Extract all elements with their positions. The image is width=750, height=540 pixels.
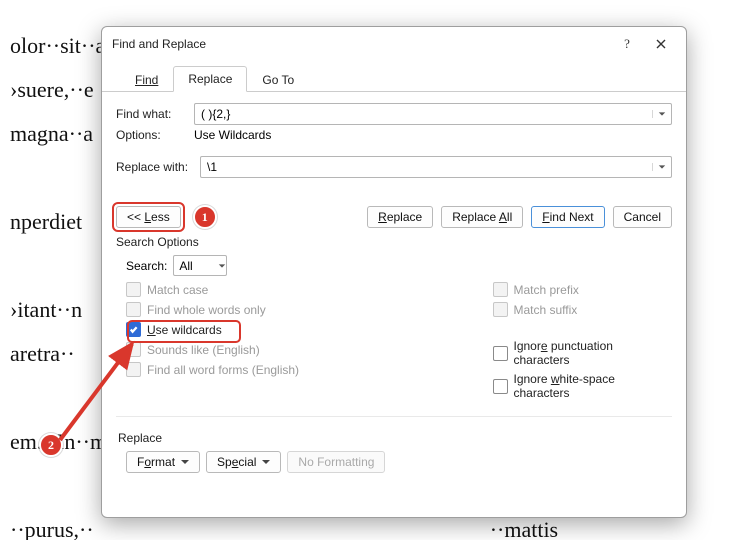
search-direction-select[interactable]: All [173,255,227,276]
ignore-whitespace-checkbox[interactable]: Ignore white-space characters [493,372,673,400]
use-wildcards-checkbox[interactable]: Use wildcards [126,322,403,337]
annotation-marker-1: 1 [193,205,217,229]
sounds-like-checkbox: Sounds like (English) [126,342,403,357]
search-options-checks: Match case Find whole words only Use wil… [126,282,672,400]
ignore-punctuation-checkbox[interactable]: Ignore punctuation characters [493,339,673,367]
tab-find[interactable]: Find [120,67,173,92]
tabs: Find Replace Go To [102,59,686,92]
special-button[interactable]: Special [206,451,281,473]
chevron-down-icon[interactable] [218,259,226,273]
find-what-input[interactable]: ( ){2,} [194,103,672,125]
no-formatting-button: No Formatting [287,451,385,473]
replace-all-button[interactable]: Replace All [441,206,523,228]
find-next-button[interactable]: Find Next [531,206,604,228]
dialog-body: Find what: ( ){2,} Options: Use Wildcard… [102,92,686,517]
search-direction-label: Search: [126,259,167,273]
close-button[interactable] [644,33,678,55]
options-value: Use Wildcards [194,128,271,142]
less-button[interactable]: << Less [116,206,181,228]
replace-with-input[interactable]: \1 [200,156,672,178]
tab-replace[interactable]: Replace [173,66,247,92]
replace-button[interactable]: Replace [367,206,433,228]
chevron-down-icon[interactable] [652,110,671,118]
match-prefix-checkbox: Match prefix [493,282,673,297]
format-button[interactable]: Format [126,451,200,473]
annotation-marker-2: 2 [39,433,63,457]
tab-goto[interactable]: Go To [247,67,309,92]
dialog-button-row: << Less 1 Replace Replace All Find Next … [116,205,672,229]
word-forms-checkbox: Find all word forms (English) [126,362,403,377]
help-button[interactable]: ? [610,33,644,55]
chevron-down-icon[interactable] [652,163,671,171]
cancel-button[interactable]: Cancel [613,206,672,228]
replace-formatting-section: Replace Format Special No Formatting [116,431,672,473]
match-case-checkbox: Match case [126,282,403,297]
find-replace-dialog: Find and Replace ? Find Replace Go To Fi… [101,26,687,518]
annotation-highlight-wildcards [127,320,241,343]
replace-section-label: Replace [118,431,672,445]
close-icon [656,39,666,49]
replace-with-label: Replace with: [116,160,192,174]
dialog-title: Find and Replace [112,37,610,51]
match-suffix-checkbox: Match suffix [493,302,673,317]
dialog-titlebar: Find and Replace ? [102,27,686,59]
find-what-label: Find what: [116,107,186,121]
options-label: Options: [116,128,186,142]
whole-words-checkbox: Find whole words only [126,302,403,317]
search-options-label: Search Options [116,235,672,249]
